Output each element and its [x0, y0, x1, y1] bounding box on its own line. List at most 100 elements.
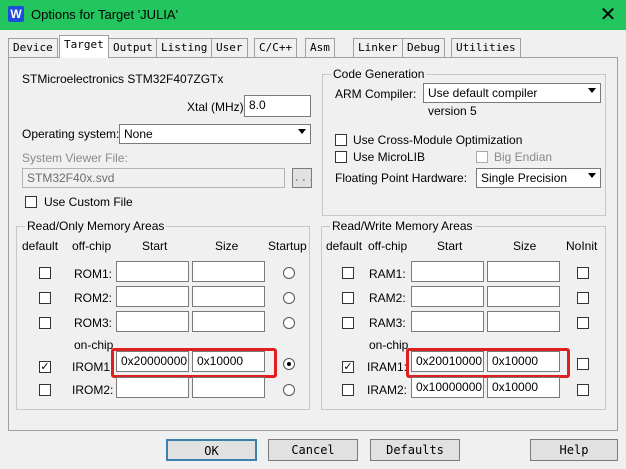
- ram3-start-input[interactable]: [411, 311, 484, 332]
- ro-memory-title: Read/Only Memory Areas: [25, 219, 167, 233]
- irom1-highlight-box: [111, 348, 277, 378]
- rom3-start-input[interactable]: [116, 311, 189, 332]
- cross-module-checkbox[interactable]: [335, 134, 347, 146]
- chevron-down-icon: [588, 88, 596, 93]
- irom2-size-input[interactable]: [192, 377, 265, 398]
- code-generation-group: Code Generation ARM Compiler: Use defaul…: [322, 67, 606, 216]
- tab-output[interactable]: Output: [108, 38, 158, 57]
- big-endian-checkbox[interactable]: [476, 151, 488, 163]
- rom1-default-checkbox[interactable]: [39, 267, 51, 279]
- ram2-noinit-checkbox[interactable]: [577, 292, 589, 304]
- rw-header-noinit: NoInit: [566, 239, 598, 253]
- rom3-label: ROM3:: [74, 316, 113, 330]
- rom2-size-input[interactable]: [192, 286, 265, 307]
- ro-header-startup: Startup: [268, 239, 307, 253]
- rom2-default-checkbox[interactable]: [39, 292, 51, 304]
- rw-onchip-label: on-chip: [369, 338, 409, 352]
- chevron-down-icon: [298, 129, 306, 134]
- rom1-startup-radio[interactable]: [283, 267, 295, 279]
- cancel-button[interactable]: Cancel: [268, 439, 358, 461]
- compiler-label: ARM Compiler:: [335, 87, 417, 101]
- irom2-default-checkbox[interactable]: [39, 384, 51, 396]
- iram2-label: IRAM2:: [367, 383, 408, 397]
- rom3-default-checkbox[interactable]: [39, 317, 51, 329]
- ram3-default-checkbox[interactable]: [342, 317, 354, 329]
- rom1-label: ROM1:: [74, 267, 113, 281]
- iram1-default-checkbox[interactable]: ✓: [342, 361, 354, 373]
- rom1-start-input[interactable]: [116, 261, 189, 282]
- ram2-size-input[interactable]: [487, 286, 560, 307]
- ram3-size-input[interactable]: [487, 311, 560, 332]
- ram1-start-input[interactable]: [411, 261, 484, 282]
- rom2-label: ROM2:: [74, 291, 113, 305]
- microlib-checkbox[interactable]: [335, 151, 347, 163]
- iram2-start-input[interactable]: 0x10000000: [411, 377, 484, 398]
- target-panel: STMicroelectronics STM32F407ZGTx Xtal (M…: [8, 57, 618, 431]
- rom2-start-input[interactable]: [116, 286, 189, 307]
- ram3-label: RAM3:: [369, 316, 406, 330]
- irom2-start-input[interactable]: [116, 377, 189, 398]
- irom1-startup-radio[interactable]: [283, 358, 295, 370]
- irom1-default-checkbox[interactable]: ✓: [39, 361, 51, 373]
- rw-memory-group: Read/Write Memory Areas default off-chip…: [321, 219, 606, 410]
- svd-label: System Viewer File:: [22, 151, 128, 165]
- tab-cc[interactable]: C/C++: [254, 38, 298, 57]
- ram2-start-input[interactable]: [411, 286, 484, 307]
- fpu-select[interactable]: Single Precision: [476, 168, 601, 188]
- tab-utilities[interactable]: Utilities: [451, 38, 521, 57]
- ram2-label: RAM2:: [369, 291, 406, 305]
- compiler-value: Use default compiler version 5: [428, 86, 538, 118]
- compiler-select[interactable]: Use default compiler version 5: [423, 83, 601, 118]
- tab-debug[interactable]: Debug: [402, 38, 446, 57]
- xtal-input[interactable]: 8.0: [244, 95, 311, 117]
- ro-onchip-label: on-chip: [74, 338, 114, 352]
- iram2-size-input[interactable]: 0x10000: [487, 377, 560, 398]
- big-endian-label: Big Endian: [494, 150, 553, 164]
- rom1-size-input[interactable]: [192, 261, 265, 282]
- tab-listing[interactable]: Listing: [156, 38, 213, 57]
- ram1-noinit-checkbox[interactable]: [577, 267, 589, 279]
- os-select[interactable]: None: [119, 124, 311, 144]
- tab-device[interactable]: Device: [8, 38, 58, 57]
- ram2-default-checkbox[interactable]: [342, 292, 354, 304]
- iram1-noinit-checkbox[interactable]: [577, 358, 589, 370]
- window-title: Options for Target 'JULIA': [31, 7, 179, 22]
- ok-button[interactable]: OK: [166, 439, 257, 461]
- ram1-size-input[interactable]: [487, 261, 560, 282]
- custom-file-label: Use Custom File: [44, 195, 133, 209]
- iram2-default-checkbox[interactable]: [342, 384, 354, 396]
- ro-header-start: Start: [142, 239, 168, 253]
- iram1-highlight-box: [406, 348, 570, 378]
- irom2-startup-radio[interactable]: [283, 384, 295, 396]
- tab-target[interactable]: Target: [59, 35, 109, 58]
- ro-header-default: default: [22, 239, 59, 253]
- fpu-value: Single Precision: [481, 171, 568, 185]
- rom2-startup-radio[interactable]: [283, 292, 295, 304]
- irom2-label: IROM2:: [72, 383, 114, 397]
- microlib-label: Use MicroLIB: [353, 150, 426, 164]
- custom-file-checkbox[interactable]: [25, 196, 37, 208]
- svd-browse-button[interactable]: ...: [292, 168, 315, 188]
- cross-module-label: Use Cross-Module Optimization: [353, 133, 523, 147]
- close-icon[interactable]: ✕: [596, 3, 620, 27]
- ram1-default-checkbox[interactable]: [342, 267, 354, 279]
- tab-asm[interactable]: Asm: [305, 38, 335, 57]
- rom3-startup-radio[interactable]: [283, 317, 295, 329]
- os-value: None: [124, 127, 153, 141]
- tab-user[interactable]: User: [211, 38, 248, 57]
- svd-input[interactable]: STM32F40x.svd: [22, 168, 285, 188]
- tab-linker[interactable]: Linker: [353, 38, 403, 57]
- os-label: Operating system:: [22, 127, 120, 141]
- code-generation-title: Code Generation: [331, 67, 427, 81]
- iram2-noinit-checkbox[interactable]: [577, 384, 589, 396]
- uvision-icon: W: [8, 6, 24, 22]
- defaults-button[interactable]: Defaults: [370, 439, 460, 461]
- ram3-noinit-checkbox[interactable]: [577, 317, 589, 329]
- rom3-size-input[interactable]: [192, 311, 265, 332]
- ram1-label: RAM1:: [369, 267, 406, 281]
- xtal-label: Xtal (MHz):: [187, 100, 247, 114]
- help-button[interactable]: Help: [530, 439, 618, 461]
- rw-header-size: Size: [513, 239, 537, 253]
- chevron-down-icon: [588, 173, 596, 178]
- ro-memory-group: Read/Only Memory Areas default off-chip …: [16, 219, 310, 410]
